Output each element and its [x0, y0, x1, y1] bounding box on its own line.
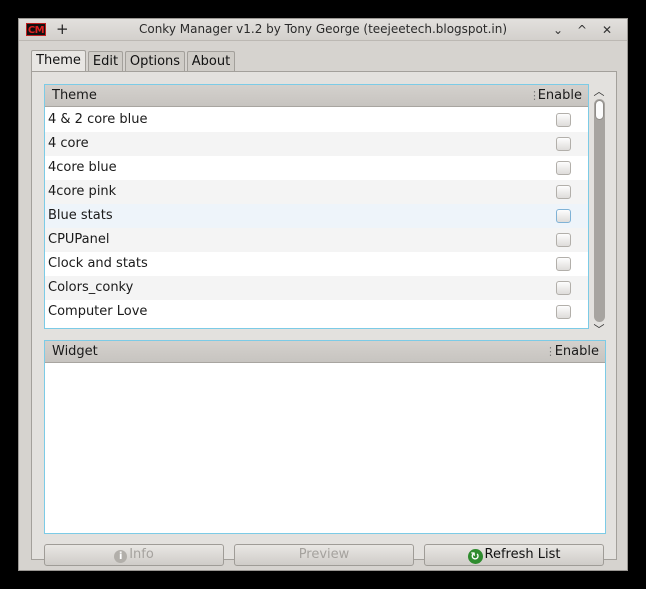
- theme-row[interactable]: Clock and stats: [45, 252, 588, 276]
- scrollbar-track[interactable]: [594, 99, 605, 322]
- scroll-up-icon[interactable]: ︿: [592, 86, 606, 98]
- theme-list-scrollbar[interactable]: ︿ ﹀: [592, 86, 606, 348]
- theme-row[interactable]: 4 core: [45, 132, 588, 156]
- theme-enable-checkbox[interactable]: [556, 113, 571, 127]
- window-title: Conky Manager v1.2 by Tony George (teeje…: [138, 22, 508, 36]
- refresh-list-button[interactable]: ↻ Refresh List: [424, 544, 604, 566]
- tab-about[interactable]: About: [187, 51, 235, 72]
- title-bar[interactable]: CM + Conky Manager v1.2 by Tony George (…: [19, 19, 627, 41]
- info-icon: i: [114, 550, 128, 563]
- theme-list[interactable]: Theme ⋮ Enable 4 & 2 core blue 4 core 4cor…: [44, 84, 589, 329]
- theme-row-label: 4core blue: [48, 160, 117, 175]
- theme-column-header[interactable]: Theme: [52, 85, 97, 107]
- theme-row[interactable]: Computer Love: [45, 300, 588, 324]
- conky-manager-window: CM + Conky Manager v1.2 by Tony George (…: [18, 18, 628, 571]
- preview-button[interactable]: Preview: [234, 544, 414, 566]
- widget-list[interactable]: Widget ⋮ Enable: [44, 340, 606, 534]
- theme-row-label: 4 core: [48, 136, 89, 151]
- enable-column-header[interactable]: Enable: [555, 341, 599, 363]
- maximize-icon[interactable]: ^: [574, 22, 590, 38]
- refresh-button-label: Refresh List: [484, 547, 561, 562]
- theme-tab-panel: Theme ⋮ Enable 4 & 2 core blue 4 core 4cor…: [31, 71, 617, 566]
- theme-enable-checkbox[interactable]: [556, 233, 571, 247]
- theme-enable-checkbox[interactable]: [556, 281, 571, 295]
- theme-enable-checkbox[interactable]: [556, 209, 571, 223]
- info-button[interactable]: i Info: [44, 544, 224, 566]
- theme-row[interactable]: Blue stats: [45, 204, 588, 228]
- theme-row-label: 4core pink: [48, 184, 117, 199]
- theme-row[interactable]: 4core blue: [45, 156, 588, 180]
- theme-row-label: 4 & 2 core blue: [48, 112, 148, 127]
- theme-row[interactable]: Colors_conky: [45, 276, 588, 300]
- theme-row-label: Colors_conky: [48, 280, 134, 295]
- theme-enable-checkbox[interactable]: [556, 137, 571, 151]
- preview-button-label: Preview: [298, 547, 350, 562]
- theme-row[interactable]: CPUPanel: [45, 228, 588, 252]
- theme-row-label: CPUPanel: [48, 232, 110, 247]
- theme-enable-checkbox[interactable]: [556, 161, 571, 175]
- widget-list-header: Widget ⋮ Enable: [45, 341, 605, 363]
- refresh-icon: ↻: [467, 549, 483, 564]
- enable-column-header[interactable]: Enable: [538, 85, 582, 107]
- theme-row-label: Computer Love: [48, 304, 148, 319]
- theme-enable-checkbox[interactable]: [556, 305, 571, 319]
- tab-edit[interactable]: Edit: [88, 51, 123, 72]
- theme-list-header: Theme ⋮ Enable: [45, 85, 588, 107]
- theme-row-label: Blue stats: [48, 208, 113, 223]
- widget-column-header[interactable]: Widget: [52, 341, 98, 363]
- info-button-label: Info: [129, 547, 154, 562]
- theme-row-label: Clock and stats: [48, 256, 148, 271]
- theme-enable-checkbox[interactable]: [556, 185, 571, 199]
- tab-theme[interactable]: Theme: [31, 50, 86, 73]
- theme-enable-checkbox[interactable]: [556, 257, 571, 271]
- theme-row[interactable]: 4core pink: [45, 180, 588, 204]
- scrollbar-thumb[interactable]: [595, 100, 604, 120]
- close-icon[interactable]: ✕: [599, 22, 615, 38]
- theme-row[interactable]: 4 & 2 core blue: [45, 108, 588, 132]
- scroll-down-icon[interactable]: ﹀: [592, 324, 606, 336]
- tab-options[interactable]: Options: [125, 51, 185, 72]
- minimize-icon[interactable]: ⌄: [550, 22, 566, 38]
